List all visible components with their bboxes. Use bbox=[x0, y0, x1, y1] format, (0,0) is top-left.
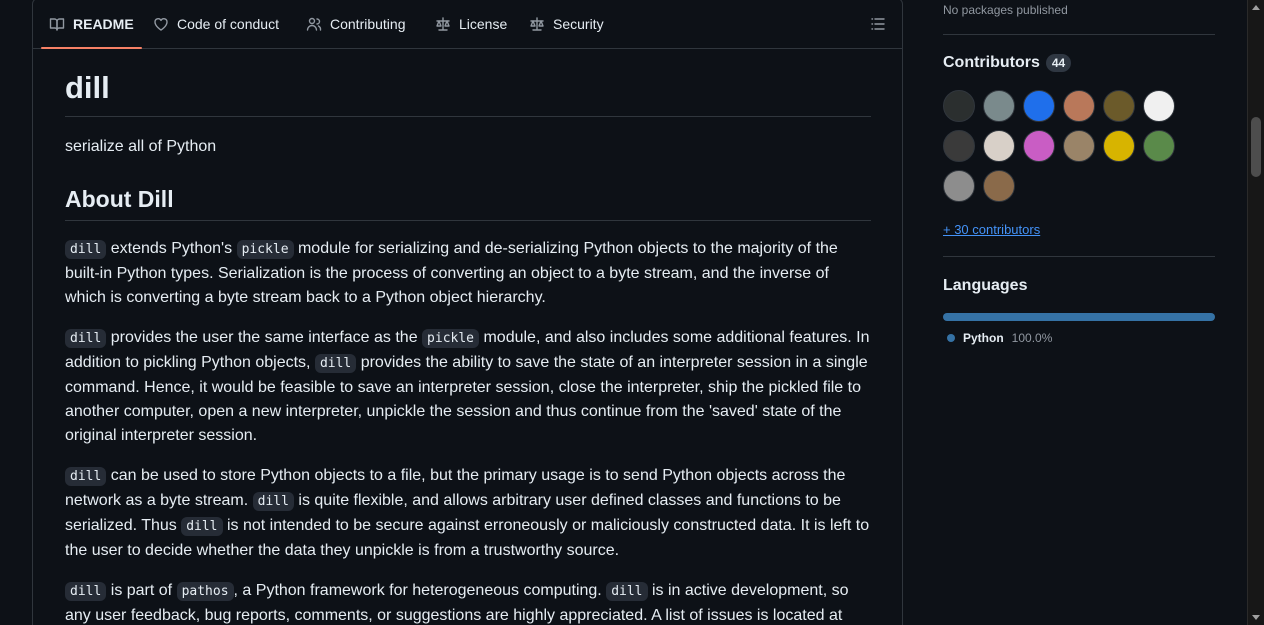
inline-code: pickle bbox=[422, 328, 480, 348]
inline-code: dill bbox=[181, 516, 223, 536]
tab-readme-label: README bbox=[73, 16, 134, 32]
inline-code: dill bbox=[252, 491, 294, 511]
paragraph-4: dill is part of pathos, a Python framewo… bbox=[65, 579, 871, 625]
inline-code: dill bbox=[65, 581, 107, 601]
tab-contributing[interactable]: Contributing bbox=[298, 0, 414, 49]
avatar-4[interactable] bbox=[1063, 90, 1095, 122]
pathos-code-link[interactable]: pathos bbox=[176, 581, 234, 601]
more-contributors-link[interactable]: + 30 contributors bbox=[943, 222, 1040, 237]
paragraph-text: extends Python's bbox=[106, 239, 237, 257]
contributors-heading[interactable]: Contributors 44 bbox=[943, 54, 1072, 72]
readme-title: dill bbox=[65, 69, 871, 117]
inline-code: dill bbox=[606, 581, 648, 601]
language-bar[interactable] bbox=[943, 313, 1215, 321]
language-name: Python bbox=[963, 331, 1004, 345]
scroll-thumb[interactable] bbox=[1251, 117, 1261, 177]
avatar-12[interactable] bbox=[1143, 130, 1175, 162]
tab-contributing-label: Contributing bbox=[330, 16, 406, 32]
inline-code: dill bbox=[65, 466, 107, 486]
avatar-14[interactable] bbox=[983, 170, 1015, 202]
page-scrollbar[interactable] bbox=[1247, 0, 1264, 625]
inline-code: dill bbox=[65, 328, 107, 348]
avatar-10[interactable] bbox=[1063, 130, 1095, 162]
tab-security-label: Security bbox=[553, 16, 604, 32]
outline-button[interactable] bbox=[870, 16, 886, 32]
people-icon bbox=[306, 17, 322, 31]
paragraph-2: dill provides the user the same interfac… bbox=[65, 326, 871, 448]
divider bbox=[943, 34, 1215, 35]
language-percent: 100.0% bbox=[1011, 331, 1053, 345]
heart-icon bbox=[154, 18, 168, 31]
law-icon bbox=[530, 17, 544, 31]
readme-panel: README Code of conduct Contributing Lice… bbox=[32, 0, 903, 625]
paragraph-text: , a Python framework for heterogeneous c… bbox=[233, 581, 607, 599]
readme-content: dill serialize all of Python About Dill … bbox=[65, 49, 871, 625]
languages-title: Languages bbox=[943, 277, 1028, 294]
packages-status: No packages published bbox=[943, 3, 1068, 17]
inline-code: pickle bbox=[236, 239, 294, 259]
avatar-6[interactable] bbox=[1143, 90, 1175, 122]
avatar-9[interactable] bbox=[1023, 130, 1055, 162]
avatar-7[interactable] bbox=[943, 130, 975, 162]
tab-code-of-conduct[interactable]: Code of conduct bbox=[145, 0, 287, 49]
avatar-3[interactable] bbox=[1023, 90, 1055, 122]
contributors-title: Contributors bbox=[943, 54, 1040, 71]
tab-license-label: License bbox=[459, 16, 508, 32]
avatar-8[interactable] bbox=[983, 130, 1015, 162]
paragraph-text: is part of bbox=[106, 581, 177, 599]
scroll-down-arrow-icon[interactable] bbox=[1252, 615, 1260, 620]
contributors-count: 44 bbox=[1045, 54, 1072, 72]
tab-security[interactable]: Security bbox=[521, 0, 612, 49]
avatar-2[interactable] bbox=[983, 90, 1015, 122]
tab-code-of-conduct-label: Code of conduct bbox=[177, 16, 279, 32]
readme-tabbar: README Code of conduct Contributing Lice… bbox=[33, 0, 902, 49]
law-icon bbox=[436, 17, 450, 31]
inline-code: dill bbox=[314, 353, 357, 373]
avatar-1[interactable] bbox=[943, 90, 975, 122]
paragraph-3: dill can be used to store Python objects… bbox=[65, 464, 871, 563]
tab-license[interactable]: License bbox=[427, 0, 515, 49]
inline-code: dill bbox=[65, 239, 107, 259]
avatar-13[interactable] bbox=[943, 170, 975, 202]
contributors-avatars bbox=[943, 90, 1183, 202]
languages-heading: Languages bbox=[943, 277, 1027, 295]
paragraph-1: dill extends Python's pickle module for … bbox=[65, 237, 871, 310]
avatar-11[interactable] bbox=[1103, 130, 1135, 162]
readme-tagline: serialize all of Python bbox=[65, 137, 217, 155]
book-icon bbox=[49, 18, 65, 31]
avatar-5[interactable] bbox=[1103, 90, 1135, 122]
paragraph-text: provides the user the same interface as … bbox=[106, 328, 423, 346]
scroll-up-arrow-icon[interactable] bbox=[1252, 5, 1260, 10]
tab-readme[interactable]: README bbox=[41, 0, 142, 49]
list-icon bbox=[871, 18, 885, 30]
language-color-dot bbox=[947, 334, 955, 342]
language-item-python[interactable]: Python 100.0% bbox=[947, 331, 1052, 345]
about-heading: About Dill bbox=[65, 185, 871, 221]
divider bbox=[943, 256, 1215, 257]
